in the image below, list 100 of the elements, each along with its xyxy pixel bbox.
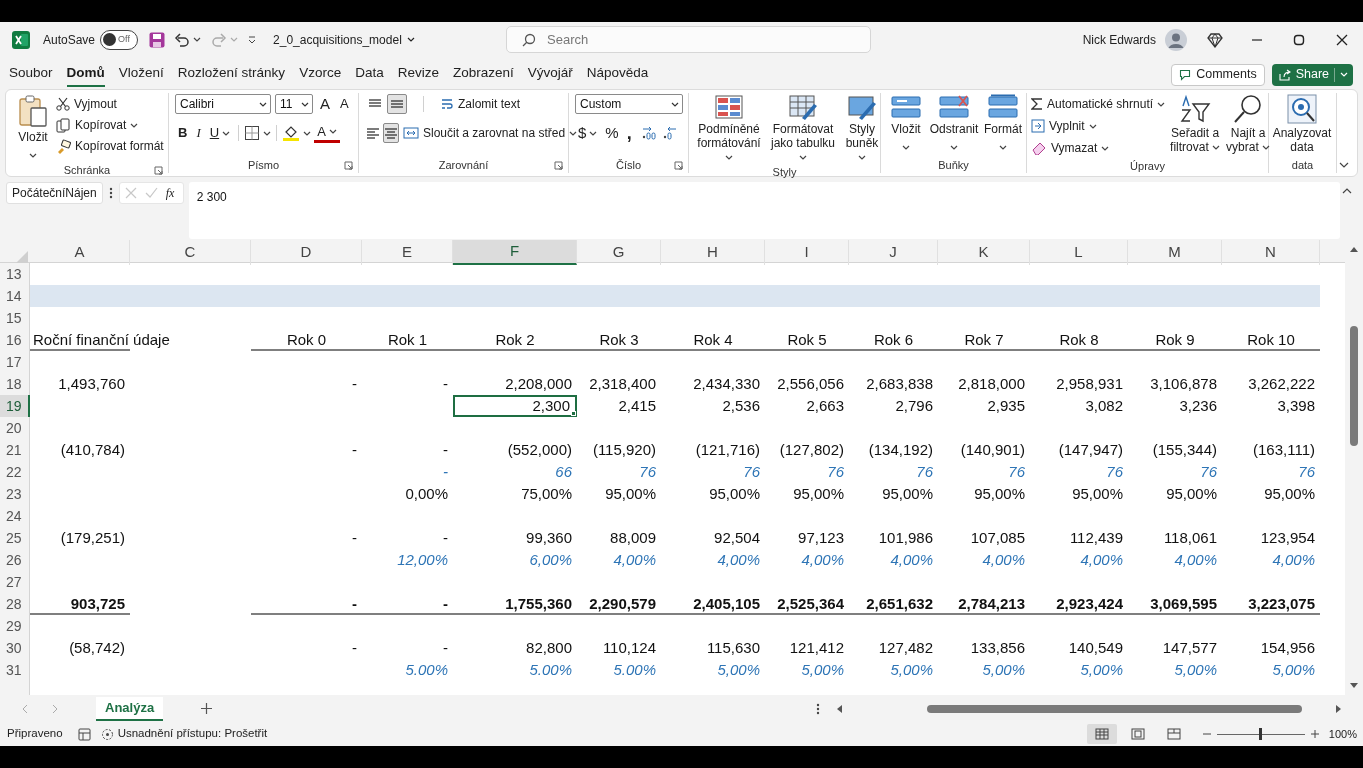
cut-button[interactable]: Vyjmout bbox=[56, 94, 164, 114]
paste-button[interactable]: Vložit bbox=[16, 94, 50, 162]
zoom-slider-thumb[interactable] bbox=[1259, 728, 1263, 740]
row-header[interactable]: 24 bbox=[0, 505, 30, 527]
wrap-text-button[interactable]: Zalomit text bbox=[440, 94, 520, 114]
menu-tab[interactable]: Soubor bbox=[9, 62, 53, 87]
insert-cells-button[interactable]: Vložit bbox=[887, 94, 925, 154]
comments-button[interactable]: Comments bbox=[1171, 63, 1265, 86]
column-header[interactable]: F bbox=[453, 240, 577, 265]
delete-cells-button[interactable]: Odstranit bbox=[929, 94, 979, 154]
restore-button[interactable] bbox=[1293, 33, 1305, 46]
undo-button[interactable] bbox=[174, 31, 202, 48]
comma-style-button[interactable]: , bbox=[623, 123, 635, 143]
dialog-launcher-button[interactable] bbox=[554, 161, 563, 170]
row-header[interactable]: 21 bbox=[0, 439, 30, 461]
menu-tab[interactable]: Revize bbox=[397, 62, 439, 87]
row-header[interactable]: 31 bbox=[0, 659, 30, 681]
conditional-formatting-button[interactable]: Podmíněné formátování bbox=[695, 94, 763, 164]
menu-tab[interactable]: Rozložení stránky bbox=[177, 62, 286, 87]
scrollbar-thumb[interactable] bbox=[927, 704, 1303, 713]
column-header[interactable]: G bbox=[577, 240, 661, 265]
dialog-launcher-button[interactable] bbox=[154, 166, 163, 175]
row-header[interactable]: 26 bbox=[0, 549, 30, 571]
column-header[interactable]: L bbox=[1030, 240, 1128, 265]
customize-toolbar-button[interactable] bbox=[248, 34, 257, 45]
row-header[interactable]: 27 bbox=[0, 571, 30, 593]
autosum-button[interactable]: Automatické shrnutí bbox=[1031, 94, 1166, 114]
column-header[interactable]: J bbox=[849, 240, 938, 265]
format-as-table-button[interactable]: Formátovat jako tabulku bbox=[767, 94, 839, 164]
column-header[interactable]: M bbox=[1128, 240, 1222, 265]
clear-button[interactable]: Vymazat bbox=[1031, 138, 1166, 158]
row-header[interactable]: 23 bbox=[0, 483, 30, 505]
font-color-button[interactable]: A bbox=[314, 123, 340, 143]
menu-tab[interactable]: Zobrazení bbox=[452, 62, 514, 87]
premium-button[interactable] bbox=[1207, 31, 1223, 48]
insert-function-button[interactable]: fx bbox=[165, 184, 175, 202]
add-sheet-button[interactable] bbox=[201, 703, 213, 714]
format-cells-button[interactable]: Formát bbox=[983, 94, 1023, 154]
increase-font-button[interactable]: A bbox=[317, 94, 333, 114]
column-header[interactable]: A bbox=[30, 240, 130, 265]
number-format-dropdown[interactable]: Custom bbox=[575, 94, 683, 114]
font-size-dropdown[interactable]: 11 bbox=[275, 94, 313, 114]
row-header[interactable]: 20 bbox=[0, 417, 30, 439]
search-field[interactable]: Search bbox=[506, 26, 871, 53]
menu-tab[interactable]: Vývojář bbox=[527, 62, 573, 87]
dialog-launcher-button[interactable] bbox=[674, 161, 683, 170]
menu-tab[interactable]: Vložení bbox=[118, 62, 164, 87]
fill-button[interactable]: Vyplnit bbox=[1031, 116, 1166, 136]
file-name-button[interactable]: 2_0_acquisitions_model bbox=[273, 30, 415, 49]
row-header[interactable]: 14 bbox=[0, 285, 30, 307]
collapse-ribbon-button[interactable] bbox=[1339, 162, 1349, 168]
merge-center-button[interactable]: Sloučit a zarovnat na střed bbox=[403, 123, 578, 143]
copy-button[interactable]: Kopírovat bbox=[56, 115, 164, 135]
fill-color-button[interactable] bbox=[282, 124, 312, 142]
menu-tab[interactable]: Data bbox=[355, 62, 384, 87]
column-header[interactable]: I bbox=[765, 240, 849, 265]
percent-button[interactable]: % bbox=[602, 123, 622, 143]
decimal-increase-button[interactable] bbox=[640, 125, 657, 141]
close-button[interactable] bbox=[1336, 33, 1348, 46]
collapse-formula-bar-button[interactable] bbox=[1342, 188, 1352, 194]
row-header[interactable]: 16 bbox=[0, 329, 30, 351]
menu-tab[interactable]: Vzorce bbox=[299, 62, 342, 87]
zoom-in-button[interactable] bbox=[1310, 730, 1319, 738]
autosave-toggle[interactable]: Off bbox=[100, 29, 139, 50]
column-header[interactable]: C bbox=[130, 240, 251, 265]
font-name-dropdown[interactable]: Calibri bbox=[175, 94, 271, 114]
row-header[interactable]: 18 bbox=[0, 373, 30, 395]
currency-button[interactable]: $ bbox=[575, 123, 601, 143]
analyze-data-button[interactable]: Analyzovat data bbox=[1273, 94, 1331, 154]
row-header[interactable]: 22 bbox=[0, 461, 30, 483]
column-header[interactable]: K bbox=[938, 240, 1030, 265]
italic-button[interactable]: I bbox=[193, 123, 204, 143]
formula-input[interactable]: 2 300 bbox=[188, 182, 1340, 239]
view-button[interactable] bbox=[1086, 724, 1117, 744]
accessibility-button[interactable]: Usnadnění přístupu: Prošetřit bbox=[100, 725, 268, 743]
scrollbar-thumb[interactable] bbox=[1350, 326, 1358, 446]
sheet-tab[interactable]: Analýza bbox=[96, 696, 164, 721]
row-header[interactable]: 17 bbox=[0, 351, 30, 373]
zoom-slider[interactable] bbox=[1216, 728, 1305, 740]
column-header[interactable]: D bbox=[251, 240, 362, 265]
menu-tab[interactable]: Nápověda bbox=[586, 62, 649, 87]
format-painter-button[interactable]: Kopírovat formát bbox=[56, 136, 164, 156]
row-header[interactable]: 29 bbox=[0, 615, 30, 637]
column-header[interactable]: H bbox=[661, 240, 765, 265]
row-header[interactable]: 30 bbox=[0, 637, 30, 659]
align-center-button[interactable] bbox=[383, 123, 399, 143]
row-header[interactable]: 13 bbox=[0, 263, 30, 285]
decrease-font-button[interactable]: A bbox=[337, 94, 352, 114]
find-select-button[interactable]: Najít a vybrat bbox=[1225, 94, 1272, 158]
decimal-decrease-button[interactable] bbox=[661, 125, 678, 141]
row-header[interactable]: 25 bbox=[0, 527, 30, 549]
row-header[interactable]: 19 bbox=[0, 395, 30, 417]
cell-styles-button[interactable]: Styly buněk bbox=[843, 94, 881, 164]
row-header[interactable]: 28 bbox=[0, 593, 30, 615]
column-header[interactable]: N bbox=[1222, 240, 1320, 265]
row-header[interactable]: 15 bbox=[0, 307, 30, 329]
underline-button[interactable]: U bbox=[206, 123, 234, 143]
menu-tab[interactable]: Domů bbox=[66, 62, 105, 87]
table-cell[interactable]: 2,300 bbox=[453, 395, 577, 417]
dialog-launcher-button[interactable] bbox=[344, 161, 353, 170]
